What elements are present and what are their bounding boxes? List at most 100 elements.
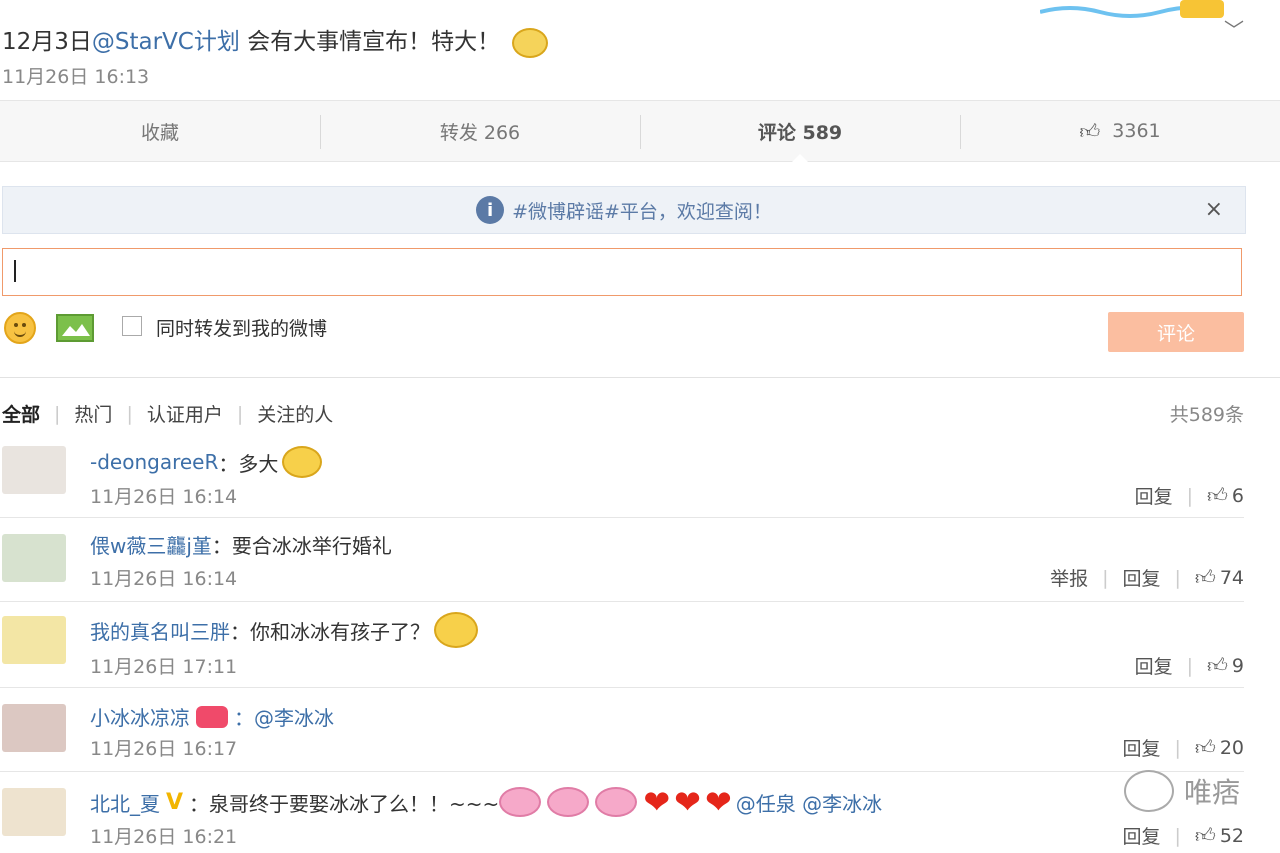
comment-text: ：要合冰冰举行婚礼: [211, 534, 392, 558]
post-timestamp: 11月26日 16:13: [2, 66, 150, 88]
post-text-prefix: 12月3日: [2, 29, 92, 55]
comment-like-button[interactable]: 👍︎ 9: [1207, 653, 1244, 678]
rumor-notice-banner: i #微博辟谣#平台，欢迎查阅！ ×: [2, 186, 1246, 234]
reply-button[interactable]: 回复: [1122, 734, 1160, 761]
comment-text: ：你和冰冰有孩子了？: [230, 619, 430, 644]
post-text-suffix: 会有大事情宣布！特大！: [239, 29, 501, 55]
comment-line: -deongareeR ：多大: [90, 446, 323, 478]
comment-text: ：多大: [218, 451, 279, 476]
filter-separator: |: [236, 402, 244, 425]
smile-emoji-icon: [434, 612, 478, 648]
comment-username[interactable]: 我的真名叫三胖: [90, 616, 230, 645]
comment-tab[interactable]: 评论 589: [640, 101, 960, 162]
image-upload-icon[interactable]: [56, 314, 94, 342]
comment-username[interactable]: 北北_夏: [90, 788, 160, 817]
comment-line: 我的真名叫三胖 ：你和冰冰有孩子了？: [90, 612, 478, 648]
heart-icon: ❤: [704, 783, 732, 821]
comment-like-button[interactable]: 👍︎ 20: [1195, 735, 1244, 760]
action-separator: |: [1186, 484, 1193, 507]
watermark-text: 唯痞: [1183, 776, 1240, 809]
comment-line: 小冰冰凉凉 ：@李冰冰: [90, 702, 334, 731]
decorative-banner: [1039, 0, 1280, 22]
comment-timestamp: 11月26日 16:14: [90, 568, 238, 590]
avatar[interactable]: [2, 616, 66, 664]
comment-timestamp: 11月26日 16:14: [90, 486, 238, 508]
verified-badge-icon: V: [166, 789, 184, 815]
comment-mentions[interactable]: @任泉 @李冰冰: [736, 788, 882, 817]
post-action-bar: 收藏 转发 266 评论 589 👍︎ 3361: [0, 100, 1280, 162]
favorite-button[interactable]: 收藏: [0, 101, 320, 161]
post-mention-link[interactable]: @StarVC计划: [92, 29, 240, 55]
comment-actions: 回复 | 👍︎ 20: [1122, 734, 1244, 761]
comment-text: ：@李冰冰: [234, 706, 334, 730]
pig-emoji-icon: [595, 787, 638, 817]
thumbs-up-icon: 👍︎: [1207, 483, 1228, 507]
avatar[interactable]: [2, 788, 66, 836]
wechat-logo-icon: [1123, 770, 1174, 812]
comment-like-count: 6: [1231, 485, 1244, 507]
avatar[interactable]: [2, 446, 66, 494]
notice-text[interactable]: #微博辟谣#平台，欢迎查阅！: [512, 197, 772, 224]
comment-item: 小冰冰凉凉 ：@李冰冰 11月26日 16:17 回复 | 👍︎ 20: [0, 688, 1244, 772]
comment-item: -deongareeR ：多大 11月26日 16:14 回复 | 👍︎ 6: [0, 436, 1244, 518]
comment-text: ：泉哥终于要娶冰冰了么！！~~~: [189, 791, 500, 816]
divider: [0, 377, 1280, 378]
filter-separator: |: [126, 402, 133, 425]
comment-like-count: 9: [1231, 655, 1244, 677]
comment-username[interactable]: 偎w薇三龘j堇: [90, 530, 212, 559]
comment-total-count: 共589条: [1169, 404, 1244, 426]
pig-emoji-icon: [499, 787, 542, 817]
comment-username[interactable]: 小冰冰凉凉: [90, 702, 190, 731]
comment-input[interactable]: [2, 248, 1242, 296]
chevron-down-icon[interactable]: ﹀: [1224, 14, 1244, 43]
action-separator: |: [1186, 654, 1193, 677]
comment-actions: 举报 | 回复 | 👍︎ 74: [1050, 564, 1244, 591]
comment-line: 偎w薇三龘j堇 ：要合冰冰举行婚礼: [90, 530, 392, 559]
info-icon: i: [476, 196, 505, 224]
like-button[interactable]: 👍︎ 3361: [960, 101, 1280, 161]
comment-timestamp: 11月26日 16:17: [90, 738, 238, 760]
heart-icon: ❤: [643, 783, 671, 821]
comment-like-button[interactable]: 👍︎ 6: [1207, 483, 1244, 508]
reply-button[interactable]: 回复: [1135, 482, 1173, 509]
filter-separator: |: [54, 402, 61, 425]
comment-username[interactable]: -deongareeR: [90, 450, 218, 474]
action-separator: |: [1102, 566, 1109, 589]
doge-emoji-icon: [282, 446, 323, 478]
comment-item: 我的真名叫三胖 ：你和冰冰有孩子了？ 11月26日 17:11 回复 | 👍︎ 9: [0, 602, 1244, 688]
close-icon[interactable]: ×: [1205, 197, 1223, 222]
repost-checkbox-label: 同时转发到我的微博: [156, 318, 328, 340]
comment-like-button[interactable]: 👍︎ 52: [1195, 823, 1244, 848]
comment-like-count: 52: [1219, 825, 1244, 847]
avatar[interactable]: [2, 534, 66, 582]
comment-tab-label: 评论 589: [757, 121, 843, 144]
like-count: 3361: [1112, 120, 1161, 142]
comment-timestamp: 11月26日 17:11: [90, 656, 238, 678]
thumbs-up-icon: 👍︎: [1194, 823, 1216, 847]
filter-hot[interactable]: 热门: [74, 400, 112, 427]
comment-actions: 回复 | 👍︎ 52: [1122, 822, 1244, 849]
text-caret: [14, 260, 16, 282]
filter-verified[interactable]: 认证用户: [147, 400, 223, 427]
reply-button[interactable]: 回复: [1122, 564, 1160, 591]
filter-all[interactable]: 全部: [2, 400, 40, 427]
action-separator: |: [1174, 736, 1181, 759]
reply-button[interactable]: 回复: [1135, 652, 1173, 679]
action-separator: |: [1174, 824, 1181, 847]
comment-like-button[interactable]: 👍︎ 74: [1195, 565, 1244, 590]
post-text: 12月3日@StarVC计划 会有大事情宣布！特大！: [2, 22, 548, 58]
watermark: 唯痞: [1123, 770, 1240, 812]
favorite-label: 收藏: [140, 121, 179, 144]
repost-checkbox[interactable]: [122, 316, 142, 336]
submit-comment-button[interactable]: 评论: [1108, 312, 1244, 352]
reply-button[interactable]: 回复: [1122, 822, 1160, 849]
member-badge-icon: [196, 705, 228, 728]
filter-following[interactable]: 关注的人: [257, 400, 333, 427]
avatar[interactable]: [2, 704, 66, 752]
thumbs-up-icon: 👍︎: [1194, 565, 1216, 589]
repost-button[interactable]: 转发 266: [320, 101, 640, 161]
emoji-picker-icon[interactable]: [4, 312, 36, 344]
report-button[interactable]: 举报: [1050, 564, 1088, 591]
comment-timestamp: 11月26日 16:21: [90, 826, 238, 848]
comment-filter-bar: 全部 | 热门 | 认证用户 | 关注的人: [2, 400, 333, 427]
